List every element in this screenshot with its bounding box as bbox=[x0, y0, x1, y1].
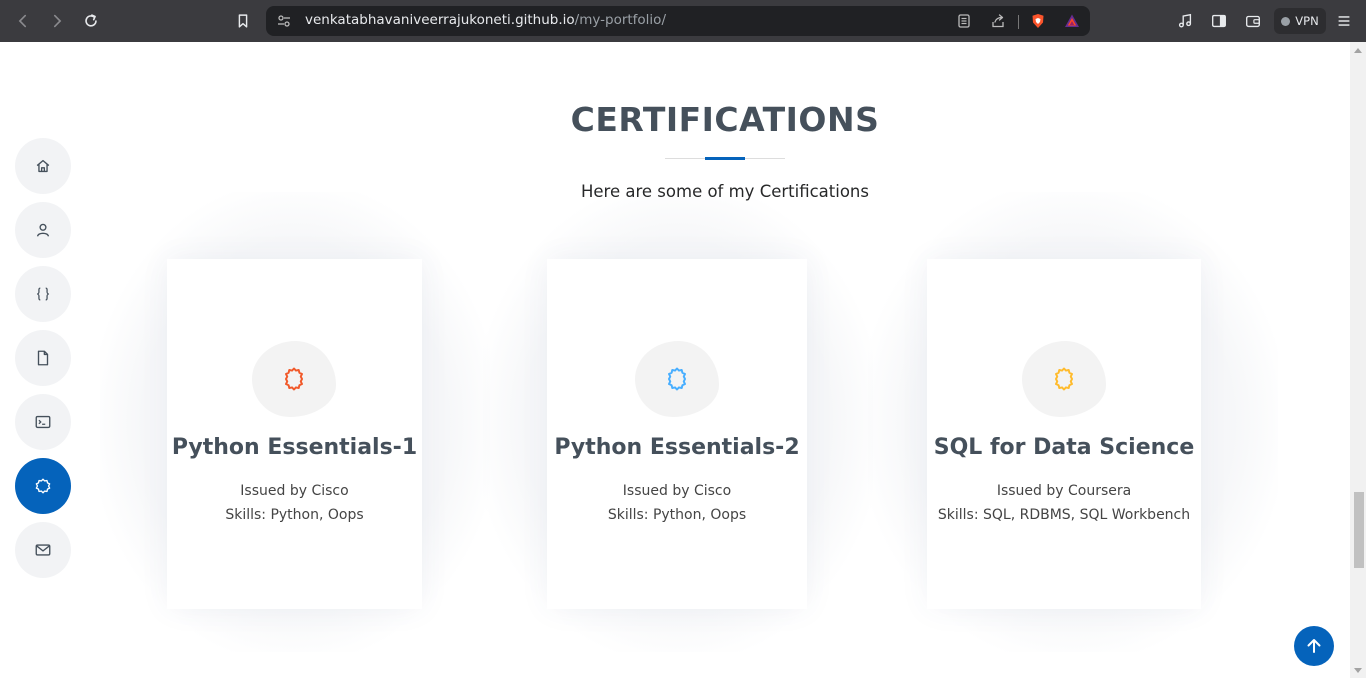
card-skills: Skills: Python, Oops bbox=[607, 507, 747, 523]
nav-skills[interactable] bbox=[15, 266, 71, 322]
hamburger-menu-icon bbox=[1338, 16, 1350, 26]
back-to-top-button[interactable] bbox=[1294, 626, 1334, 666]
share-icon[interactable] bbox=[988, 11, 1008, 31]
address-separator bbox=[1018, 15, 1019, 29]
certificate-badge-icon bbox=[285, 367, 303, 391]
nav-about[interactable] bbox=[15, 202, 71, 258]
certificate-badge-icon bbox=[1055, 367, 1073, 391]
url-path: /my-portfolio/ bbox=[574, 12, 666, 28]
card-issuer: Issued by Coursera bbox=[996, 483, 1132, 499]
brave-rewards-icon[interactable] bbox=[1062, 11, 1082, 31]
url-text: venkatabhavaniveerrajukoneti.github.io/m… bbox=[305, 12, 666, 28]
scroll-down-arrow[interactable] bbox=[1354, 668, 1362, 673]
card-title: Python Essentials-2 bbox=[554, 435, 800, 460]
music-note-icon bbox=[1178, 13, 1192, 28]
card-skills: Skills: Python, Oops bbox=[225, 507, 364, 523]
nav-projects[interactable] bbox=[15, 394, 71, 450]
site-settings-icon[interactable] bbox=[274, 11, 294, 31]
certification-card: Python Essentials-2 Issued by Cisco Skil… bbox=[547, 259, 807, 609]
wallet-button[interactable] bbox=[1240, 8, 1266, 34]
nav-contact[interactable] bbox=[15, 522, 71, 578]
arrow-up-icon bbox=[1307, 639, 1321, 653]
certification-card: Python Essentials-1 Issued by Cisco Skil… bbox=[167, 259, 422, 609]
person-icon bbox=[36, 223, 50, 237]
card-skills: Skills: SQL, RDBMS, SQL Workbench bbox=[937, 507, 1191, 523]
title-divider-accent bbox=[705, 157, 745, 160]
vpn-label: VPN bbox=[1295, 14, 1319, 28]
reader-mode-icon[interactable] bbox=[954, 11, 974, 31]
section-title: CERTIFICATIONS bbox=[570, 100, 880, 139]
card-title: Python Essentials-1 bbox=[171, 435, 418, 460]
vpn-button[interactable]: VPN bbox=[1274, 8, 1326, 34]
chevron-left-icon bbox=[18, 14, 27, 28]
vpn-status-icon bbox=[1281, 16, 1291, 26]
chevron-right-icon bbox=[53, 14, 62, 28]
certification-card: SQL for Data Science Issued by Coursera … bbox=[927, 259, 1201, 609]
bookmark-icon bbox=[238, 14, 248, 28]
bookmark-button[interactable] bbox=[230, 8, 256, 34]
card-icon-box bbox=[635, 341, 719, 417]
page-scrollbar[interactable] bbox=[1350, 42, 1366, 678]
brave-shields-icon[interactable] bbox=[1028, 11, 1048, 31]
sidebar-icon bbox=[1212, 14, 1226, 28]
card-issuer: Issued by Cisco bbox=[240, 483, 349, 499]
sidebar-toggle-button[interactable] bbox=[1206, 8, 1232, 34]
envelope-icon bbox=[35, 544, 51, 556]
reload-icon bbox=[85, 14, 97, 27]
nav-certifications[interactable] bbox=[15, 458, 71, 514]
certificate-icon bbox=[35, 478, 51, 494]
terminal-icon bbox=[35, 415, 51, 429]
media-button[interactable] bbox=[1172, 8, 1198, 34]
scroll-up-arrow[interactable] bbox=[1354, 48, 1362, 53]
nav-home[interactable] bbox=[15, 138, 71, 194]
card-title: SQL for Data Science bbox=[933, 435, 1195, 460]
nav-resume[interactable] bbox=[15, 330, 71, 386]
card-issuer: Issued by Cisco bbox=[622, 483, 732, 499]
forward-button[interactable] bbox=[44, 8, 70, 34]
back-button[interactable] bbox=[10, 8, 36, 34]
home-icon bbox=[36, 159, 50, 173]
card-icon-box bbox=[1022, 341, 1106, 417]
wallet-icon bbox=[1246, 15, 1260, 28]
code-braces-icon bbox=[37, 287, 49, 301]
main-menu-button[interactable] bbox=[1331, 8, 1357, 34]
certificate-badge-icon bbox=[668, 367, 686, 391]
side-nav bbox=[15, 138, 71, 586]
address-bar[interactable]: venkatabhavaniveerrajukoneti.github.io/m… bbox=[266, 6, 1090, 36]
browser-toolbar: venkatabhavaniveerrajukoneti.github.io/m… bbox=[0, 0, 1366, 42]
reload-button[interactable] bbox=[78, 8, 104, 34]
scroll-thumb[interactable] bbox=[1354, 492, 1364, 568]
web-page: CERTIFICATIONS Here are some of my Certi… bbox=[0, 42, 1350, 678]
card-icon-box bbox=[252, 341, 336, 417]
url-host: venkatabhavaniveerrajukoneti.github.io bbox=[305, 12, 575, 28]
file-icon bbox=[37, 350, 49, 366]
section-subtitle: Here are some of my Certifications bbox=[581, 182, 869, 201]
